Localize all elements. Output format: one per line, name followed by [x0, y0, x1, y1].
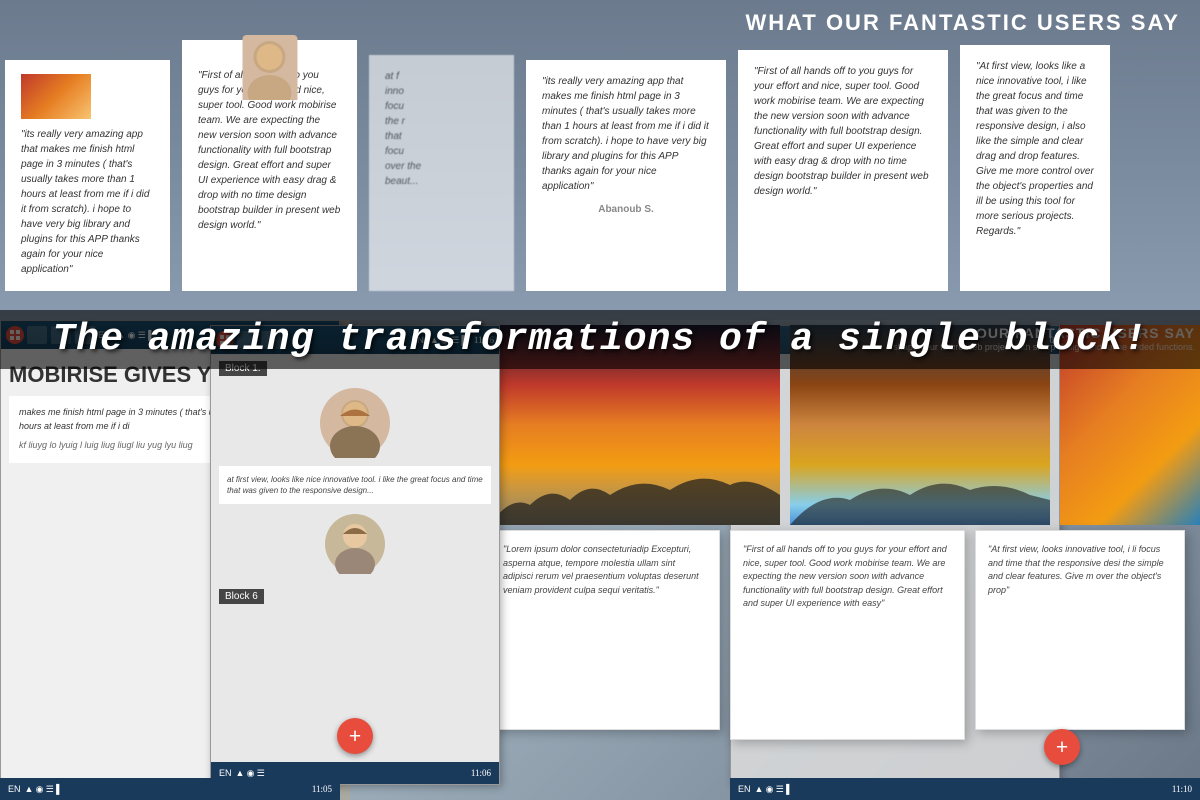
status-bar-bottom-left: EN ▲ ◉ ☰ ▌ 11:05	[0, 778, 340, 800]
plus-button-right[interactable]: +	[1044, 729, 1080, 765]
status-bar-bottom-right: EN ▲ ◉ ☰ ▌ 11:10	[730, 778, 1200, 800]
avatar-center-1	[211, 380, 499, 466]
testimonial-card-6: "At first view, looks like a nice innova…	[960, 45, 1110, 291]
block6-area: Block 6	[211, 584, 499, 606]
bottom-section: EN ▲ ◉ ☰ ▌ 11:06 MOBIRISE GIVES YO makes…	[0, 320, 1200, 800]
avatar-svg-1	[320, 388, 390, 458]
landscape-silhouette-2	[790, 445, 1050, 525]
bottom-test-card-1: "Lorem ipsum dolor consecteturiadip Exce…	[490, 530, 720, 730]
main-title: The amazing transformations of a single …	[53, 318, 1148, 361]
status-time-left: 11:05	[312, 784, 332, 794]
bottom-test-text-1: "Lorem ipsum dolor consecteturiadip Exce…	[503, 543, 707, 597]
bottom-test-card-2: "First of all hands off to you guys for …	[730, 530, 965, 740]
status-icons-right: ▲ ◉ ☰ ▌	[755, 784, 793, 795]
testimonial-text-1: "its really very amazing app that makes …	[21, 127, 154, 277]
testimonial-text-5: "First of all hands off to you guys for …	[754, 64, 932, 199]
status-lang-right: EN	[738, 784, 751, 794]
status-time-1: 11:06	[471, 768, 491, 778]
status-lang-1: EN	[219, 768, 232, 778]
testimonial-card-1: "its really very amazing app that makes …	[5, 60, 170, 291]
testimonials-row: "its really very amazing app that makes …	[0, 30, 1200, 291]
status-icons-left: ▲ ◉ ☰ ▌	[25, 784, 63, 795]
avatar-center-2	[211, 504, 499, 584]
status-time-right: 11:10	[1172, 784, 1192, 794]
avatar-person	[242, 35, 297, 100]
block-label-6: Block 6	[219, 589, 264, 604]
testimonial-card-3: at finnofocuthe rthatfocuover thebeaut..…	[369, 55, 514, 291]
avatar-svg-2	[325, 514, 385, 574]
testimonial-card-2: "First of all hands off to you guys for …	[182, 40, 357, 291]
testimonial-text-3-partial: at finnofocuthe rthatfocuover thebeaut..…	[385, 69, 498, 189]
status-icons-1: ▲ ◉ ☰	[236, 768, 265, 779]
bottom-test-card-3: "At first view, looks innovative tool, i…	[975, 530, 1185, 730]
testimonial-card-4: "its really very amazing app that makes …	[526, 60, 726, 291]
testimonial-text-6: "At first view, looks like a nice innova…	[976, 59, 1094, 239]
status-lang-left: EN	[8, 784, 21, 794]
landscape-silhouette-1	[490, 445, 780, 525]
reviewer-name-4: Abanoub S.	[542, 202, 710, 217]
plus-button-1[interactable]: +	[337, 718, 373, 754]
bottom-test-text-2: "First of all hands off to you guys for …	[743, 543, 952, 611]
center-title-overlay: The amazing transformations of a single …	[0, 310, 1200, 369]
bottom-test-text-3: "At first view, looks innovative tool, i…	[988, 543, 1172, 597]
testimonial-card-5: "First of all hands off to you guys for …	[738, 50, 948, 291]
center-testimonial-small: at first view, looks like nice innovativ…	[219, 466, 491, 504]
top-section: WHAT OUR FANTASTIC USERS SAY "its really…	[0, 0, 1200, 320]
testimonial-text-4: "its really very amazing app that makes …	[542, 74, 710, 194]
center-test-text: at first view, looks like nice innovativ…	[227, 474, 483, 496]
editor-window-center: EN ▲ ◉ ☰ ▌ 11:06 Block 1. at first view,…	[210, 325, 500, 785]
